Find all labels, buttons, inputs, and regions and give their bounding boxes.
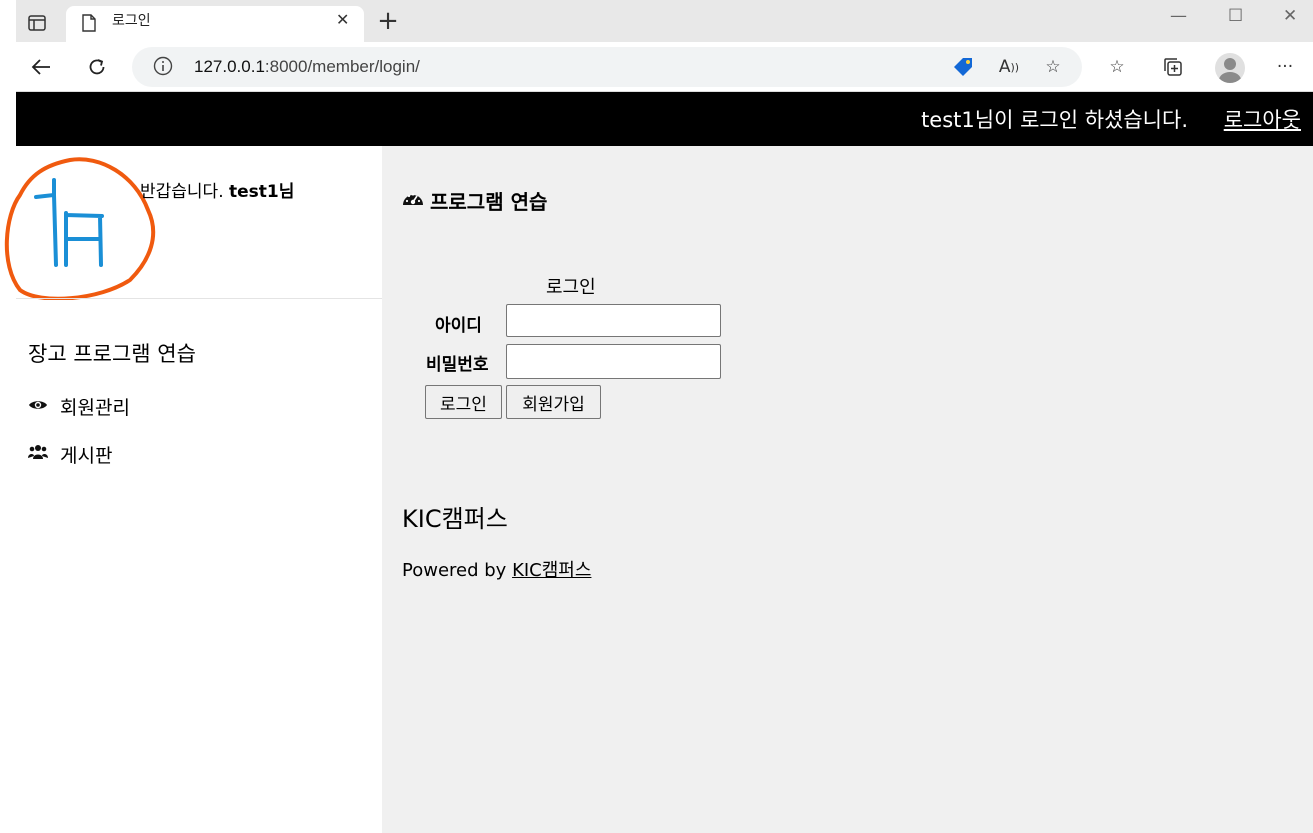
sidebar-item-board[interactable]: 게시판 [28, 441, 112, 467]
footer-title: KIC캠퍼스 [402, 505, 508, 533]
page-title: 프로그램 연습 [402, 186, 547, 215]
refresh-icon[interactable] [81, 53, 113, 81]
id-input[interactable] [506, 304, 721, 337]
sidebar-item-members[interactable]: 회원관리 [28, 393, 130, 419]
sidebar-item-label: 회원관리 [60, 396, 130, 419]
tab-actions-icon[interactable] [18, 8, 56, 38]
password-label: 비밀번호 [426, 355, 489, 375]
coupon-tag-icon[interactable] [950, 54, 976, 80]
login-button[interactable]: 로그인 [425, 385, 502, 419]
add-favorite-icon[interactable]: ☆ [1040, 54, 1066, 80]
welcome-message: 반갑습니다. test1님 [140, 182, 295, 202]
close-tab-icon[interactable]: ✕ [336, 10, 349, 29]
url-text[interactable]: 127.0.0.1:8000/member/login/ [194, 57, 420, 77]
more-menu-icon[interactable]: ··· [1272, 54, 1298, 80]
site-info-icon[interactable] [153, 56, 173, 80]
login-greeting: test1님이 로그인 하셨습니다. [921, 108, 1188, 132]
profile-avatar-icon[interactable] [1215, 53, 1245, 83]
eye-icon [28, 395, 48, 417]
window-edge [0, 0, 16, 833]
tab-title: 로그인 [112, 13, 151, 29]
signup-button[interactable]: 회원가입 [506, 385, 601, 419]
logout-link[interactable]: 로그아웃 [1224, 104, 1301, 134]
favorites-icon[interactable]: ☆ [1104, 54, 1130, 80]
dashboard-icon [402, 189, 424, 213]
powered-by: Powered by KIC캠퍼스 [402, 560, 592, 581]
sidebar-title: 장고 프로그램 연습 [28, 342, 196, 366]
browser-tab[interactable]: 로그인 ✕ [66, 6, 364, 42]
minimize-icon[interactable]: — [1170, 6, 1187, 26]
password-input[interactable] [506, 344, 721, 379]
new-tab-icon[interactable]: + [374, 6, 402, 36]
login-form-caption: 로그인 [546, 277, 596, 298]
id-label: 아이디 [435, 316, 482, 336]
close-window-icon[interactable]: ✕ [1283, 6, 1297, 26]
document-icon [82, 14, 96, 36]
sidebar-item-label: 게시판 [60, 444, 113, 467]
read-aloud-icon[interactable]: A)) [996, 54, 1022, 80]
campus-link[interactable]: KIC캠퍼스 [512, 560, 591, 581]
maximize-icon[interactable]: ☐ [1228, 6, 1243, 26]
collections-icon[interactable] [1160, 54, 1186, 80]
users-icon [28, 443, 48, 465]
logo-icon[interactable] [0, 155, 158, 304]
back-icon[interactable] [25, 53, 57, 81]
sidebar-divider [16, 298, 382, 299]
